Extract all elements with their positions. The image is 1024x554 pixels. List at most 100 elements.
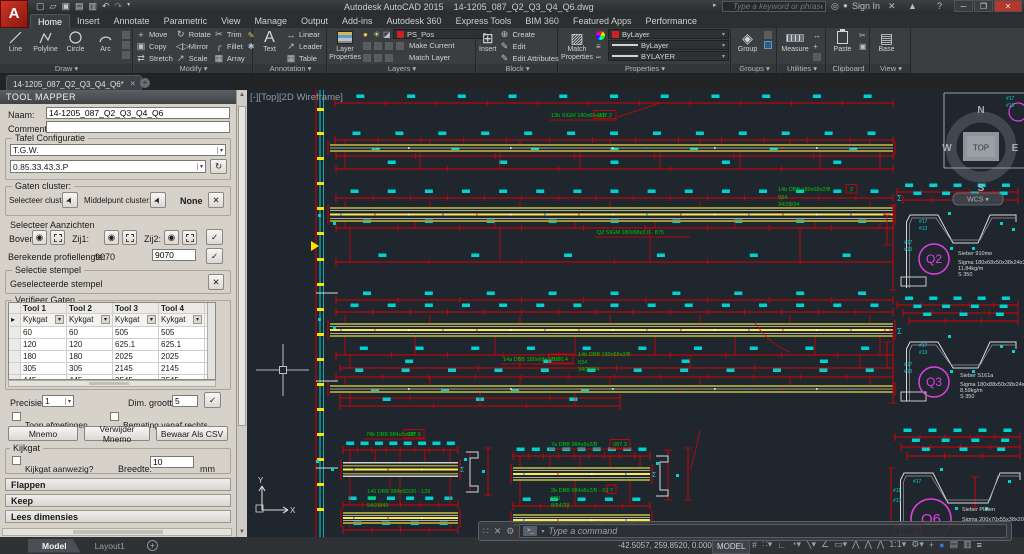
drawing-canvas[interactable]: [-][Top][2D Wireframe] #17 #13 13b SIGM … xyxy=(247,90,1024,537)
viewcube-south[interactable]: S xyxy=(978,183,985,194)
insert-button[interactable]: ⊞Insert xyxy=(479,29,497,54)
undo-icon[interactable]: ↶ xyxy=(102,1,110,12)
table-vscrollbar[interactable] xyxy=(207,303,215,379)
clipboard-panel-label[interactable]: Clipboard xyxy=(827,64,870,74)
viewcube[interactable]: TOP N S W E WCS ▾ xyxy=(942,105,1018,205)
drag-grip-icon[interactable]: ∷ xyxy=(483,526,489,537)
ribbon-tab-bim-360[interactable]: BIM 360 xyxy=(518,14,566,28)
viewcube-west[interactable]: W xyxy=(942,143,952,154)
table-cell[interactable]: 120 xyxy=(67,339,113,350)
zij2-window-button[interactable] xyxy=(182,230,197,245)
tafel-config-dropdown-2[interactable]: 0.85.33.43.3.P▾ xyxy=(10,160,206,173)
lineweight-icon[interactable]: ≡ xyxy=(596,42,605,51)
linetype-dropdown[interactable]: BYLAYER▾ xyxy=(608,51,729,61)
ribbon-tab-parametric[interactable]: Parametric xyxy=(157,14,215,28)
kijkgat-checkbox[interactable] xyxy=(12,456,21,465)
table-cell[interactable]: 180 xyxy=(67,351,113,362)
ungroup-icon[interactable] xyxy=(764,31,772,39)
layer-properties-button[interactable]: Layer Properties xyxy=(330,29,360,62)
layer-tool-icon[interactable] xyxy=(396,42,404,50)
a360-icon[interactable]: ▲ xyxy=(908,1,917,11)
new-icon[interactable]: ▢ xyxy=(36,1,45,12)
dim-grootte-input[interactable] xyxy=(172,395,198,407)
gaten-table[interactable]: Tool 1Tool 2Tool 3Tool 4▸Kykgat▾Kykgat▾K… xyxy=(8,302,216,380)
viewcube-top-face[interactable]: TOP xyxy=(973,144,989,153)
commentaar-input[interactable] xyxy=(46,121,230,133)
refresh-button[interactable]: ↻ xyxy=(210,159,227,174)
measure-button[interactable]: Measure xyxy=(780,29,810,54)
leader-button[interactable]: ↗Leader xyxy=(286,41,322,52)
dim-confirm-button[interactable]: ✓ xyxy=(204,392,221,408)
command-line-bar[interactable]: ∷ ✕ ⚙ >_ ▾ Type a command xyxy=(478,521,1012,541)
toon-afmetingen-checkbox[interactable] xyxy=(12,412,21,421)
object-color-dropdown[interactable]: ByLayer▾ xyxy=(608,29,729,39)
layer-tool-icon[interactable] xyxy=(385,54,393,62)
center-cluster-button[interactable]: ➤ xyxy=(150,192,166,208)
line-button[interactable]: Line xyxy=(2,29,29,54)
modify-panel-label[interactable]: Modify ▾ xyxy=(134,64,253,74)
viewcube-north[interactable]: N xyxy=(977,105,984,116)
table-cell[interactable]: 120 xyxy=(21,339,67,350)
make-current-button[interactable]: Make Current xyxy=(409,41,454,50)
aanzichten-confirm-button[interactable]: ✓ xyxy=(206,229,223,245)
plot-icon[interactable]: ▥ xyxy=(88,1,97,12)
ribbon-tab-insert[interactable]: Insert xyxy=(70,14,107,28)
layer-thaw-icon[interactable]: ☀ xyxy=(373,30,380,39)
redo-icon[interactable]: ↷ xyxy=(115,1,123,12)
base-button[interactable]: ▤Base xyxy=(873,29,900,54)
ribbon-tab-annotate[interactable]: Annotate xyxy=(107,14,157,28)
table-cell[interactable]: Tool 1 xyxy=(21,303,67,313)
mirror-button[interactable]: ◁▷Mirror xyxy=(176,41,211,52)
table-cell[interactable]: Kykgat▾ xyxy=(159,314,205,326)
rotate-button[interactable]: ↻Rotate xyxy=(176,29,211,40)
array-button[interactable]: ▦Array xyxy=(214,53,245,64)
row-selector[interactable]: ▸ xyxy=(9,314,21,326)
layer-on-icon[interactable]: ● xyxy=(363,30,368,39)
ribbon-tab-express-tools[interactable]: Express Tools xyxy=(449,14,519,28)
table-cell[interactable]: 60 xyxy=(67,327,113,338)
boven-pick-button[interactable]: ◉ xyxy=(32,230,47,245)
qat-customize-icon[interactable]: ▾ xyxy=(127,1,130,12)
mnemo-button[interactable]: Mnemo xyxy=(8,426,78,441)
new-layout-button[interactable]: + xyxy=(147,540,158,551)
table-cell[interactable]: 2145 xyxy=(113,363,159,374)
close-button[interactable]: ✕ xyxy=(994,0,1022,12)
table-cell[interactable]: Tool 3 xyxy=(113,303,159,313)
layer-tool-icon[interactable] xyxy=(385,42,393,50)
match-layer-button[interactable]: Match Layer xyxy=(409,53,450,62)
customize-wrench-icon[interactable]: ⚙ xyxy=(506,526,514,537)
table-button[interactable]: ▦Table xyxy=(286,53,322,64)
bemating-checkbox[interactable] xyxy=(110,412,119,421)
file-tab[interactable]: 14-1205_087_Q2_Q3_Q4_Q6*✕ xyxy=(6,75,142,90)
model-tab[interactable]: Model xyxy=(28,539,81,553)
paste-button[interactable]: Paste xyxy=(829,29,856,54)
exchange-x-icon[interactable]: ✕ xyxy=(888,1,896,12)
view-panel-label[interactable]: View ▾ xyxy=(871,64,911,74)
fillet-button[interactable]: ╭Fillet xyxy=(214,41,245,52)
status-icon-12[interactable]: + xyxy=(929,540,934,550)
infocenter-search-input[interactable] xyxy=(722,1,826,12)
saveas-icon[interactable]: ▤ xyxy=(75,1,84,12)
text-button[interactable]: AText xyxy=(256,29,283,54)
new-file-tab-button[interactable]: + xyxy=(140,78,150,88)
table-cell[interactable]: 505 xyxy=(113,327,159,338)
ribbon-tab-autodesk-360[interactable]: Autodesk 360 xyxy=(380,14,449,28)
flappen-section-header[interactable]: Flappen xyxy=(5,478,231,491)
draw-panel-label[interactable]: Draw ▾ xyxy=(0,64,133,74)
table-cell[interactable]: 305 xyxy=(67,363,113,374)
layout1-tab[interactable]: Layout1 xyxy=(81,539,139,553)
keep-section-header[interactable]: Keep xyxy=(5,494,231,507)
profiellengte-confirm-button[interactable]: ✓ xyxy=(206,248,223,264)
minimize-button[interactable]: ─ xyxy=(954,0,973,12)
stretch-button[interactable]: ⇄Stretch xyxy=(136,53,173,64)
search-play-icon[interactable]: ▸ xyxy=(713,1,717,9)
table-cell[interactable]: 2025 xyxy=(113,351,159,362)
hatch-icon[interactable] xyxy=(122,41,130,49)
command-input[interactable]: >_ ▾ Type a command xyxy=(519,524,1007,538)
row-selector[interactable] xyxy=(9,303,21,313)
group-button[interactable]: ◈Group xyxy=(734,29,761,54)
wcs-dropdown[interactable]: WCS ▾ xyxy=(967,197,989,204)
table-cell[interactable]: Kykgat▾ xyxy=(113,314,159,326)
layer-tool-icon[interactable] xyxy=(374,54,382,62)
color-wheel-icon[interactable] xyxy=(596,31,605,40)
